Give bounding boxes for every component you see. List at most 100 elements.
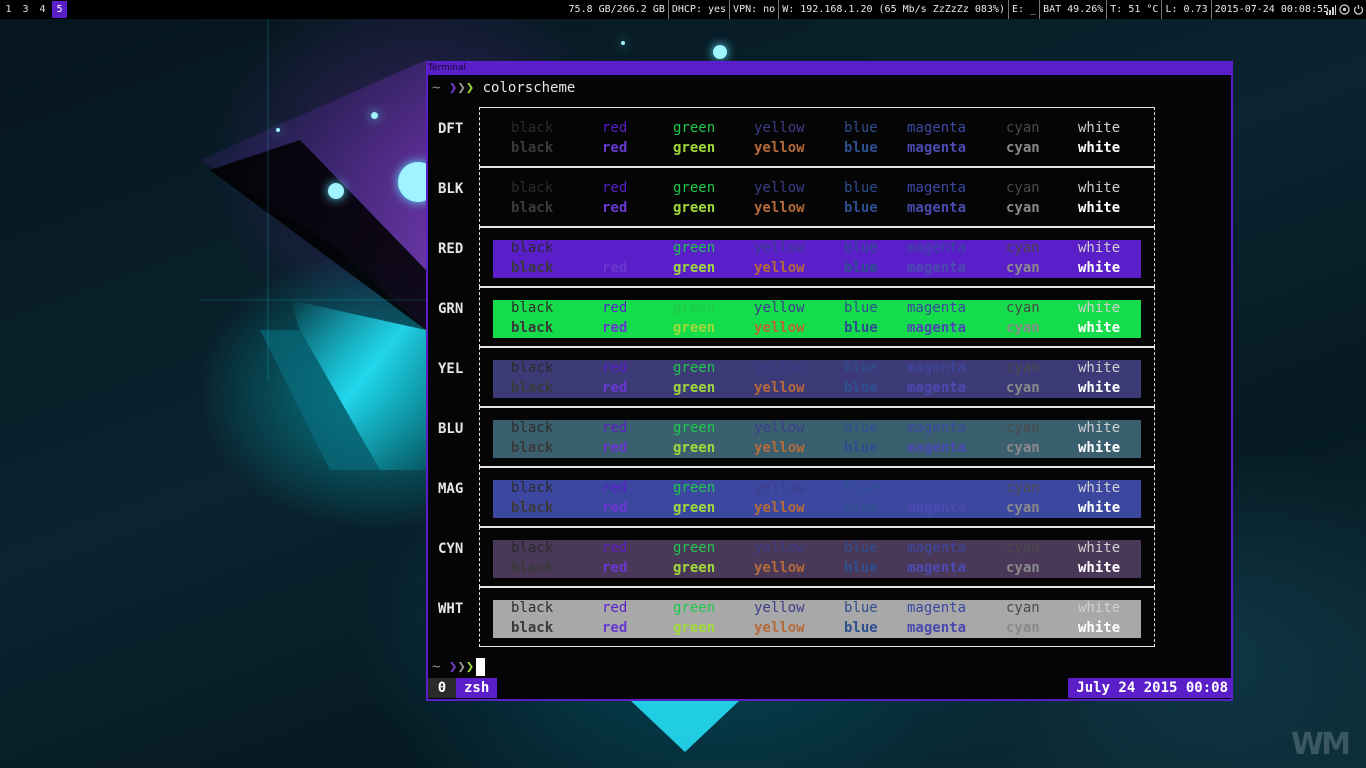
color-word-red: red bbox=[602, 420, 628, 436]
color-word-blue: blue bbox=[844, 600, 878, 616]
color-word-magenta: magenta bbox=[907, 600, 967, 616]
color-word-cyan: cyan bbox=[1006, 320, 1040, 336]
color-word-black: black bbox=[511, 140, 554, 156]
color-word-blue: blue bbox=[844, 360, 878, 376]
color-word-yellow: yellow bbox=[754, 620, 805, 636]
color-sample-box: black red green yellow blue magenta cyan white b… bbox=[479, 167, 1155, 227]
color-word-yellow: yellow bbox=[754, 200, 805, 216]
text-cursor[interactable] bbox=[476, 658, 486, 676]
color-word-yellow: yellow bbox=[754, 420, 805, 436]
color-word-blue: blue bbox=[844, 140, 878, 156]
row-label: WHT bbox=[438, 601, 464, 617]
color-word-green: green bbox=[673, 300, 716, 316]
color-word-magenta: magenta bbox=[907, 200, 967, 216]
color-word-blue: blue bbox=[844, 180, 878, 196]
color-word-yellow: yellow bbox=[754, 140, 805, 156]
color-sample-box: black red green yellow blue magenta cyan white b… bbox=[479, 587, 1155, 647]
color-word-magenta: magenta bbox=[907, 480, 967, 496]
color-word-black: black bbox=[511, 620, 554, 636]
disk-usage: 75.8 GB/266.2 GB bbox=[566, 0, 669, 19]
window-title-bar[interactable]: Terminal bbox=[426, 61, 1233, 75]
color-word-white: white bbox=[1078, 420, 1121, 436]
signal-bars-icon[interactable] bbox=[1326, 4, 1336, 15]
color-word-white: white bbox=[1078, 500, 1121, 516]
color-word-red: red bbox=[602, 440, 628, 456]
color-word-red: red bbox=[602, 200, 628, 216]
wifi-circle-icon[interactable] bbox=[1339, 4, 1350, 15]
color-sample-box: black red green yellow blue magenta cyan white b… bbox=[479, 227, 1155, 287]
color-word-yellow: yellow bbox=[754, 180, 805, 196]
bold-colors-line: black red green yellow blue magenta cyan white bbox=[480, 498, 1156, 518]
color-word-red: red bbox=[602, 480, 628, 496]
color-word-black: black bbox=[511, 380, 554, 396]
color-word-magenta: magenta bbox=[907, 300, 967, 316]
color-word-white: white bbox=[1078, 180, 1121, 196]
color-word-green: green bbox=[673, 440, 716, 456]
color-word-red: red bbox=[602, 360, 628, 376]
workspace-3[interactable]: 3 bbox=[17, 0, 34, 19]
wallpaper-dot bbox=[371, 112, 378, 119]
color-word-red: red bbox=[602, 320, 628, 336]
color-sample-box: black red green yellow blue magenta cyan white b… bbox=[479, 287, 1155, 347]
bold-colors-line: black red green yellow blue magenta cyan white bbox=[480, 378, 1156, 398]
color-word-cyan: cyan bbox=[1006, 420, 1040, 436]
normal-colors-line: black red green yellow blue magenta cyan white bbox=[480, 358, 1156, 378]
color-word-white: white bbox=[1078, 300, 1121, 316]
color-word-black: black bbox=[511, 420, 554, 436]
color-word-green: green bbox=[673, 540, 716, 556]
prompt-cwd: ~ bbox=[432, 659, 441, 675]
color-word-red: red bbox=[602, 120, 628, 136]
command-prompt-active[interactable]: ~ ❯❯❯ bbox=[432, 658, 486, 676]
color-word-red: red bbox=[602, 600, 628, 616]
color-word-green: green bbox=[673, 480, 716, 496]
color-word-green: green bbox=[673, 500, 716, 516]
clock: 2015-07-24 00:08:55 bbox=[1214, 4, 1329, 15]
prompt-cwd: ~ bbox=[432, 80, 441, 96]
color-word-magenta: magenta bbox=[907, 420, 967, 436]
row-label: DFT bbox=[438, 121, 464, 137]
color-word-magenta: magenta bbox=[907, 380, 967, 396]
color-word-blue: blue bbox=[844, 380, 878, 396]
color-word-yellow: yellow bbox=[754, 120, 805, 136]
color-word-yellow: yellow bbox=[754, 300, 805, 316]
color-word-magenta: magenta bbox=[907, 140, 967, 156]
color-word-yellow: yellow bbox=[754, 440, 805, 456]
color-word-blue: blue bbox=[844, 560, 878, 576]
color-word-red: red bbox=[602, 620, 628, 636]
power-icon[interactable] bbox=[1353, 4, 1364, 15]
color-word-black: black bbox=[511, 260, 554, 276]
row-label: YEL bbox=[438, 361, 464, 377]
color-word-yellow: yellow bbox=[754, 480, 805, 496]
color-word-white: white bbox=[1078, 480, 1121, 496]
row-label: MAG bbox=[438, 481, 464, 497]
workspace-4[interactable]: 4 bbox=[34, 0, 51, 19]
color-word-cyan: cyan bbox=[1006, 600, 1040, 616]
bold-colors-line: black red green yellow blue magenta cyan white bbox=[480, 258, 1156, 278]
color-word-blue: blue bbox=[844, 260, 878, 276]
bold-colors-line: black red green yellow blue magenta cyan white bbox=[480, 138, 1156, 158]
color-word-blue: blue bbox=[844, 500, 878, 516]
prompt-arrow-icon: ❯ bbox=[457, 80, 466, 96]
color-word-magenta: magenta bbox=[907, 440, 967, 456]
normal-colors-line: black red green yellow blue magenta cyan white bbox=[480, 418, 1156, 438]
color-word-cyan: cyan bbox=[1006, 620, 1040, 636]
normal-colors-line: black red green yellow blue magenta cyan white bbox=[480, 478, 1156, 498]
color-word-yellow: yellow bbox=[754, 240, 805, 256]
ethernet-status: E: _ bbox=[1009, 0, 1041, 19]
color-word-red: red bbox=[602, 500, 628, 516]
color-sample-box: black red green yellow blue magenta cyan white b… bbox=[479, 347, 1155, 407]
normal-colors-line: black red green yellow blue magenta cyan white bbox=[480, 598, 1156, 618]
tmux-window-name[interactable]: zsh bbox=[456, 678, 498, 698]
color-word-green: green bbox=[673, 200, 716, 216]
system-status: 75.8 GB/266.2 GB DHCP: yes VPN: no W: 19… bbox=[566, 0, 1332, 19]
color-word-magenta: magenta bbox=[907, 360, 967, 376]
row-label: RED bbox=[438, 241, 464, 257]
workspace-5-active[interactable]: 5 bbox=[52, 1, 67, 18]
color-word-red: red bbox=[602, 260, 628, 276]
terminal-window[interactable]: Terminal ~ ❯❯❯ colorscheme DFT black red gr… bbox=[426, 61, 1233, 701]
bold-colors-line: black red green yellow blue magenta cyan white bbox=[480, 438, 1156, 458]
tmux-window-index[interactable]: 0 bbox=[428, 678, 456, 698]
color-word-green: green bbox=[673, 240, 716, 256]
bold-colors-line: black red green yellow blue magenta cyan white bbox=[480, 618, 1156, 638]
workspace-1[interactable]: 1 bbox=[0, 0, 17, 19]
